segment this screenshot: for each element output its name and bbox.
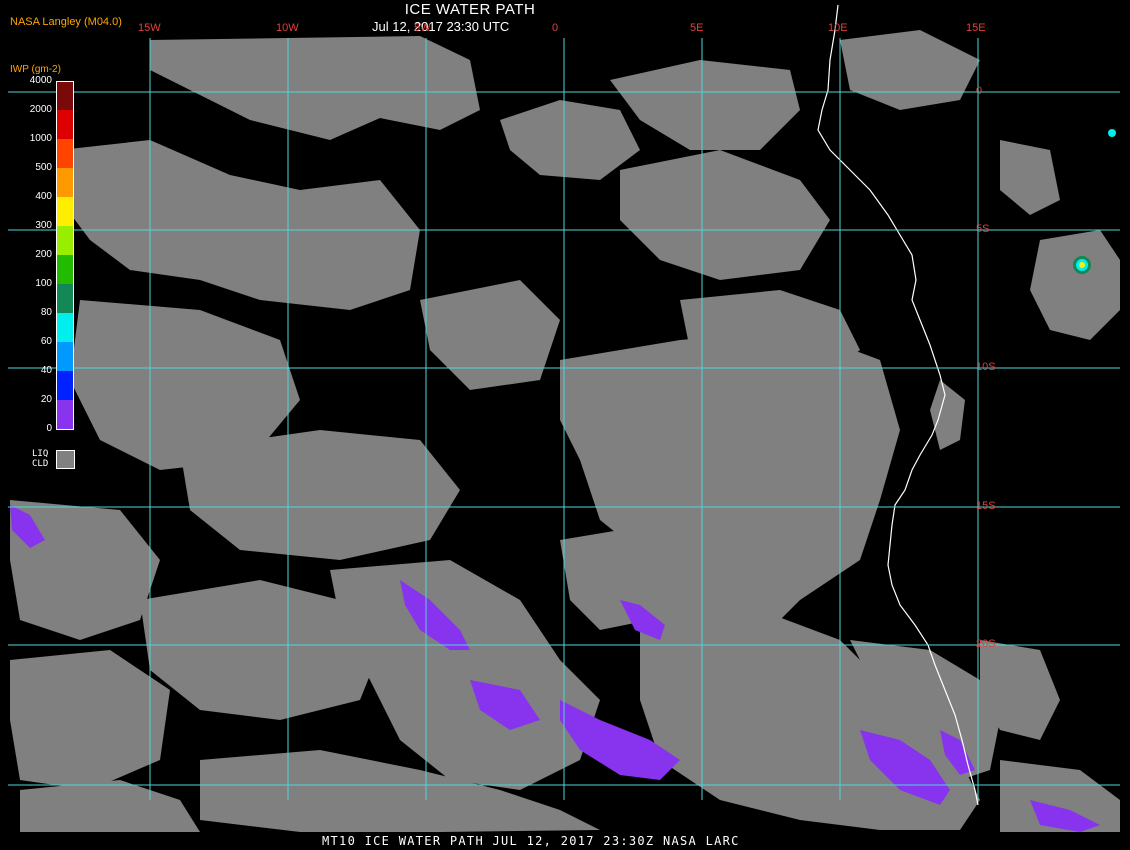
legend-color-swatch — [56, 371, 74, 400]
legend-color-swatch — [56, 139, 74, 168]
legend-color-swatch — [56, 197, 74, 226]
latitude-label: 5S — [976, 223, 990, 235]
latitude-label: 10S — [976, 361, 996, 373]
legend-tick-label: 20 — [40, 394, 52, 405]
legend-tick-label: 100 — [35, 278, 52, 289]
longitude-label: 15E — [966, 22, 986, 34]
longitude-label: 5E — [690, 22, 704, 34]
legend-color-swatch — [56, 342, 74, 371]
legend-tick-label: 1000 — [29, 133, 52, 144]
longitude-label: 15W — [138, 22, 161, 34]
footer-caption: MT10 ICE WATER PATH JUL 12, 2017 23:30Z … — [322, 834, 740, 848]
legend-title: IWP (gm-2) — [10, 64, 61, 75]
page-title: ICE WATER PATH — [404, 1, 536, 18]
legend-color-swatch — [56, 110, 74, 139]
legend-tick-label: 300 — [35, 220, 52, 231]
longitude-label: 10W — [276, 22, 299, 34]
latitude-label: 0 — [976, 85, 983, 97]
legend-tick-label: 40 — [40, 365, 52, 376]
legend-color-swatch — [56, 313, 74, 342]
liquid-cloud-label: LIQ CLD — [32, 449, 48, 469]
longitude-label: 10E — [828, 22, 848, 34]
legend-tick-label: 200 — [35, 249, 52, 260]
legend-tick-label: 2000 — [29, 104, 52, 115]
color-legend: IWP (gm-2) 4000 2000 1000 500 400 300 200 100 80… — [10, 64, 78, 484]
legend-tick-label: 500 — [35, 162, 52, 173]
legend-color-swatch — [56, 255, 74, 284]
legend-tick-label: 0 — [46, 423, 52, 434]
legend-color-swatch — [56, 284, 74, 313]
legend-color-swatch — [56, 226, 74, 255]
legend-color-swatch — [56, 400, 74, 430]
legend-color-swatch — [56, 168, 74, 197]
legend-color-swatch — [56, 81, 74, 111]
longitude-label: 0 — [552, 22, 559, 34]
legend-tick-label: 60 — [40, 336, 52, 347]
liquid-cloud-swatch — [56, 450, 75, 469]
longitude-label: 5W — [414, 22, 431, 34]
timestamp-label: Jul 12, 2017 23:30 UTC — [372, 19, 510, 34]
legend-tick-label: 80 — [40, 307, 52, 318]
legend-tick-label: 4000 — [29, 75, 52, 86]
liquid-label-line-1: LIQ — [32, 449, 49, 459]
liquid-label-line-2: CLD — [32, 459, 49, 469]
legend-tick-label: 400 — [35, 191, 52, 202]
latitude-label: 15S — [976, 500, 996, 512]
latitude-label: 20S — [976, 638, 996, 650]
ice-water-path-map — [0, 0, 1130, 850]
